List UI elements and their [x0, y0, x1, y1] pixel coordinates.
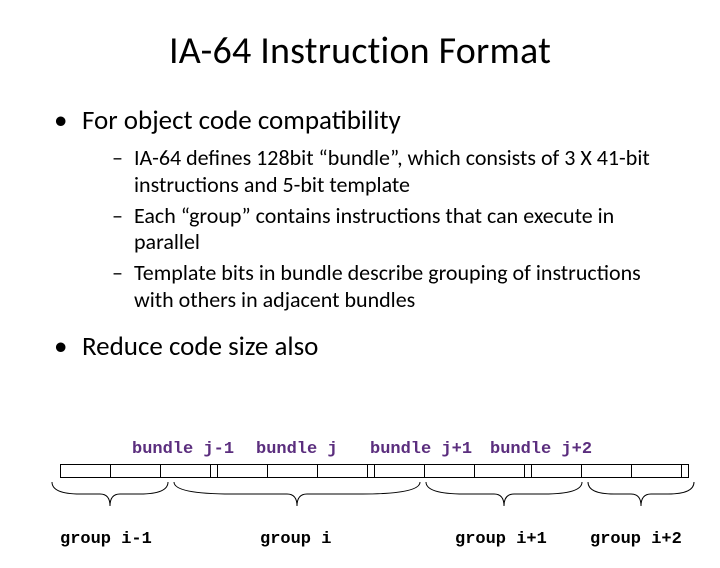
- sub-bullet-list: IA-64 defines 128bit “bundle”, which con…: [82, 145, 680, 314]
- instruction-slot: [375, 465, 425, 477]
- slide-title: IA-64 Instruction Format: [0, 28, 720, 74]
- slide: IA-64 Instruction Format For object code…: [0, 28, 720, 568]
- bundle-label-row: bundle j-1 bundle j bundle j+1 bundle j+…: [60, 440, 690, 462]
- curly-brace-icon: [172, 480, 422, 510]
- instruction-slot: [425, 465, 475, 477]
- group-label-row: group i-1 group i group i+1 group i+2: [60, 530, 690, 554]
- bundle-label: bundle j+1: [370, 440, 472, 459]
- instruction-slot: [161, 465, 211, 477]
- bundle-label: bundle j-1: [132, 440, 234, 459]
- bundle-label: bundle j: [256, 440, 338, 459]
- instruction-slot: [268, 465, 318, 477]
- instruction-slot: [318, 465, 368, 477]
- curly-brace-icon: [50, 480, 170, 510]
- curly-brace-icon: [424, 480, 584, 510]
- sub-bullet-item: IA-64 defines 128bit “bundle”, which con…: [112, 145, 680, 199]
- bundle-label: bundle j+2: [490, 440, 592, 459]
- template-field: [682, 465, 688, 477]
- bullet-item: Reduce code size also: [54, 330, 680, 363]
- instruction-slot: [111, 465, 161, 477]
- bundle-bars: [60, 464, 690, 480]
- instruction-slot: [61, 465, 111, 477]
- instruction-slot: [475, 465, 525, 477]
- sub-bullet-item: Template bits in bundle describe groupin…: [112, 260, 680, 314]
- sub-bullet-item: Each “group” contains instructions that …: [112, 203, 680, 257]
- instruction-slot: [582, 465, 632, 477]
- instruction-slot: [218, 465, 268, 477]
- instruction-slot: [632, 465, 682, 477]
- bullet-item: For object code compatibility IA-64 defi…: [54, 104, 680, 314]
- bundle-bar: [217, 464, 375, 478]
- bundle-bar: [60, 464, 218, 478]
- bundle-group-diagram: bundle j-1 bundle j bundle j+1 bundle j+…: [60, 440, 690, 554]
- bundle-bar: [374, 464, 532, 478]
- bullet-text: For object code compatibility: [82, 104, 401, 137]
- instruction-slot: [532, 465, 582, 477]
- curly-brace-icon: [586, 480, 696, 510]
- group-brace-row: [60, 480, 690, 530]
- bundle-bar: [531, 464, 689, 478]
- bullet-list: For object code compatibility IA-64 defi…: [0, 104, 720, 363]
- bullet-text: Reduce code size also: [82, 330, 318, 363]
